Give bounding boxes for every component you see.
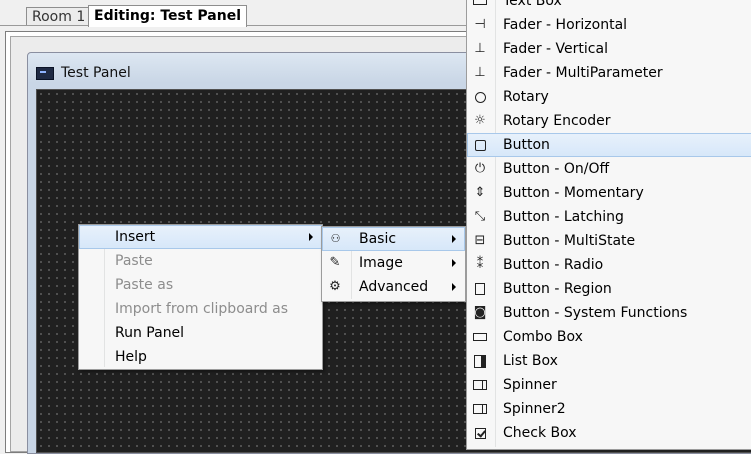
check-box-icon [472,425,488,441]
menu-item-fader-horizontal[interactable]: ⊣ Fader - Horizontal [467,13,751,37]
panel-title-bar[interactable]: Test Panel [36,64,131,82]
menu-item-label: Button - Region [503,281,612,297]
button-region-icon [472,281,488,297]
menu-item-label: Fader - Horizontal [503,17,628,33]
fader-horizontal-icon: ⊣ [474,17,486,32]
panel-app-icon [36,66,54,80]
menu-item-label: Fader - MultiParameter [503,65,663,81]
submenu-arrow-icon [309,233,313,241]
menu-item-run-panel[interactable]: Run Panel [79,321,322,345]
menu-item-button-multistate[interactable]: ⊟ Button - MultiState [467,229,751,253]
basic-controls-icon: ⚇ [330,232,341,245]
menu-item-label: Import from clipboard as [115,301,289,317]
spinner2-icon [472,401,488,417]
submenu-arrow-icon [452,283,456,291]
combo-box-icon [472,329,488,345]
spinner-icon [472,377,488,393]
menu-item-label: Button - Latching [503,209,624,225]
advanced-gear-icon: ⚙ [329,279,341,294]
menu-item-list-box[interactable]: List Box [467,349,751,373]
menu-item-label: Paste as [115,277,174,293]
button-radio-icon: ⁑ [476,257,484,272]
menu-item-paste[interactable]: Paste [79,249,322,273]
menu-item-rotary-encoder[interactable]: ☼ Rotary Encoder [467,109,751,133]
menu-item-fader-vertical[interactable]: ⊥ Fader - Vertical [467,37,751,61]
panel-title: Test Panel [61,65,131,81]
menu-item-label: Rotary Encoder [503,113,611,129]
menu-item-image[interactable]: ✎ Image [322,251,465,275]
menu-item-label: Run Panel [115,325,185,341]
submenu-arrow-icon [452,259,456,267]
image-icon: ✎ [329,255,341,270]
menu-item-paste-as[interactable]: Paste as [79,273,322,297]
context-menu: Insert Paste Paste as Import from clipbo… [78,224,323,370]
menu-item-button-onoff[interactable]: ⏻ Button - On/Off [467,157,751,181]
menu-item-basic[interactable]: ⚇ Basic [322,227,465,251]
menu-item-button[interactable]: Button [467,133,751,157]
tab-room-1[interactable]: Room 1 [26,7,92,26]
menu-item-label: Spinner2 [503,401,566,417]
menu-item-label: Paste [115,253,153,269]
button-latching-icon: ⤡ [474,209,486,224]
menu-item-label: Button [503,137,550,153]
menu-item-insert[interactable]: Insert [79,225,322,249]
fader-multiparameter-icon: ⊥ [474,65,486,80]
menu-item-label: Check Box [503,425,577,441]
menu-item-label: Help [115,349,147,365]
menu-item-spinner2[interactable]: Spinner2 [467,397,751,421]
list-box-icon [472,353,488,369]
menu-item-advanced[interactable]: ⚙ Advanced [322,275,465,299]
menu-item-label: Insert [115,229,156,245]
menu-item-spinner[interactable]: Spinner [467,373,751,397]
button-onoff-icon: ⏻ [474,161,486,176]
menu-item-button-region[interactable]: Button - Region [467,277,751,301]
menu-item-label: List Box [503,353,558,369]
menu-item-combo-box[interactable]: Combo Box [467,325,751,349]
menu-item-label: Text Box [503,0,562,9]
submenu-arrow-icon [452,235,456,243]
insert-submenu: ⚇ Basic ✎ Image ⚙ Advanced [321,226,466,302]
rotary-encoder-icon: ☼ [474,113,486,128]
button-momentary-icon: ⇕ [474,185,486,200]
button-icon [472,137,488,153]
fader-vertical-icon: ⊥ [474,41,486,56]
menu-item-button-momentary[interactable]: ⇕ Button - Momentary [467,181,751,205]
button-system-functions-icon: ◙ [473,305,487,320]
menu-item-button-system-functions[interactable]: ◙ Button - System Functions [467,301,751,325]
menu-item-label: Button - Radio [503,257,604,273]
tab-editing-test-panel[interactable]: Editing: Test Panel [88,5,248,27]
menu-item-button-radio[interactable]: ⁑ Button - Radio [467,253,751,277]
menu-item-label: Rotary [503,89,549,105]
menu-item-import-from-clipboard[interactable]: Import from clipboard as [79,297,322,321]
button-multistate-icon: ⊟ [474,233,486,248]
rotary-icon [472,89,488,105]
text-box-icon [472,0,488,9]
menu-item-label: Button - Momentary [503,185,644,201]
menu-item-label: Spinner [503,377,557,393]
menu-item-label: Button - On/Off [503,161,610,177]
menu-item-label: Image [359,255,403,271]
menu-item-check-box[interactable]: Check Box [467,421,751,445]
menu-item-text-box[interactable]: Text Box [467,0,751,13]
menu-item-label: Advanced [359,279,429,295]
menu-item-label: Button - MultiState [503,233,636,249]
menu-item-label: Combo Box [503,329,583,345]
menu-item-label: Basic [359,231,397,247]
menu-item-help[interactable]: Help [79,345,322,369]
menu-item-label: Button - System Functions [503,305,688,321]
menu-item-rotary[interactable]: Rotary [467,85,751,109]
menu-item-button-latching[interactable]: ⤡ Button - Latching [467,205,751,229]
basic-controls-submenu: Text Box ⊣ Fader - Horizontal ⊥ Fader - … [466,0,751,450]
menu-item-fader-multiparameter[interactable]: ⊥ Fader - MultiParameter [467,61,751,85]
menu-item-label: Fader - Vertical [503,41,608,57]
